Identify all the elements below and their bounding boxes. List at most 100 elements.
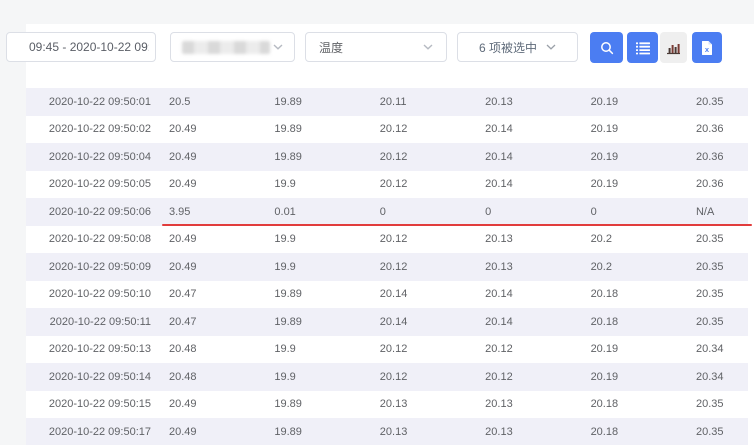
- cell-value: 20.36: [695, 123, 724, 136]
- cell-value: 20.48: [169, 343, 197, 356]
- cell-value: 20.12: [379, 260, 408, 273]
- cell-value: 20.36: [695, 150, 724, 163]
- cell-value: 19.89: [274, 425, 302, 438]
- table-row[interactable]: 2020-10-22 09:50:13 20.48 19.9 20.12 20.…: [26, 335, 748, 363]
- list-view-button[interactable]: [627, 32, 658, 63]
- table-row[interactable]: 2020-10-22 09:50:01 20.5 19.89 20.11 20.…: [26, 88, 748, 116]
- table-row[interactable]: 2020-10-22 09:50:17 20.49 19.89 20.13 20…: [26, 418, 748, 445]
- cell-value: 20.47: [169, 315, 197, 328]
- cell-value: 20.49: [169, 425, 197, 438]
- metric-select[interactable]: 温度: [305, 32, 447, 62]
- cell-time: 2020-10-22 09:50:02: [48, 123, 151, 136]
- cell-value: 19.89: [274, 95, 302, 108]
- table-row[interactable]: 2020-10-22 09:50:09 20.49 19.9 20.12 20.…: [26, 253, 748, 281]
- cell-value: 20.18: [590, 398, 619, 411]
- cell-value: 19.9: [274, 343, 296, 356]
- cell-value: 20.14: [485, 288, 513, 301]
- cell-value: 19.89: [274, 123, 302, 136]
- date-range-input[interactable]: [6, 32, 156, 62]
- cell-value: 20.49: [169, 398, 197, 411]
- export-excel-button[interactable]: x: [692, 32, 722, 63]
- data-table-body: 2020-10-22 09:50:01 20.5 19.89 20.11 20.…: [26, 88, 752, 445]
- cell-value: 20.13: [485, 233, 513, 246]
- device-select[interactable]: [170, 32, 295, 62]
- cell-value: 20.49: [169, 233, 197, 246]
- metric-select-value: 温度: [319, 40, 344, 55]
- cell-value: 20.12: [379, 178, 408, 191]
- cell-value: 20.47: [169, 288, 197, 301]
- toolbar: 温度 6 项被选中: [6, 32, 754, 63]
- cell-value: 20.48: [169, 370, 197, 383]
- cell-value: 20.19: [590, 123, 619, 136]
- cell-time: 2020-10-22 09:50:17: [48, 425, 151, 438]
- cell-time: 2020-10-22 09:50:11: [49, 315, 151, 328]
- cell-value: 20.35: [695, 260, 724, 273]
- cell-value: 19.89: [274, 398, 302, 411]
- cell-value: 3.95: [169, 205, 191, 218]
- cell-value: 19.89: [274, 288, 302, 301]
- page: 温度 6 项被选中: [0, 0, 754, 445]
- list-icon: [635, 41, 650, 54]
- cell-value: 19.89: [274, 150, 302, 163]
- table-row[interactable]: 2020-10-22 09:50:15 20.49 19.89 20.13 20…: [26, 390, 748, 418]
- cell-value: 20.2: [590, 233, 612, 246]
- cell-value: 20.19: [590, 370, 619, 383]
- table-row[interactable]: 2020-10-22 09:50:14 20.48 19.9 20.12 20.…: [26, 363, 748, 391]
- bar-chart-icon: [667, 43, 680, 54]
- cell-value: 20.13: [379, 398, 408, 411]
- cell-value: 19.9: [274, 260, 296, 273]
- cell-value: 20.14: [485, 150, 513, 163]
- cell-value: 20.35: [695, 233, 724, 246]
- cell-value: 20.49: [169, 178, 197, 191]
- cell-value: 20.18: [590, 315, 619, 328]
- cell-value: 20.34: [695, 343, 724, 356]
- table-row[interactable]: 2020-10-22 09:50:06 3.95 0.01 0 0 0 N/A: [26, 198, 752, 226]
- chart-view-button[interactable]: [660, 32, 687, 63]
- cell-value: 20.35: [695, 398, 724, 411]
- cell-value: 0.01: [274, 205, 296, 218]
- table-row[interactable]: 2020-10-22 09:50:04 20.49 19.89 20.12 20…: [26, 143, 748, 171]
- cell-value: 20.14: [379, 315, 408, 328]
- cell-value: 20.18: [590, 288, 619, 301]
- cell-value: 20.49: [169, 260, 197, 273]
- cell-value: N/A: [695, 205, 715, 218]
- cell-value: 20.12: [379, 370, 408, 383]
- cell-value: 20.13: [485, 425, 513, 438]
- cell-value: 20.14: [485, 178, 513, 191]
- cell-value: 19.9: [274, 233, 296, 246]
- chevron-down-icon: [546, 44, 556, 50]
- cell-value: 20.19: [590, 343, 619, 356]
- cell-value: 20.35: [695, 425, 724, 438]
- table-row[interactable]: 2020-10-22 09:50:02 20.49 19.89 20.12 20…: [26, 115, 748, 143]
- cell-time: 2020-10-22 09:50:04: [48, 150, 151, 163]
- cell-value: 0: [590, 205, 597, 218]
- excel-file-icon: x: [702, 40, 712, 55]
- cell-value: 20.13: [485, 95, 513, 108]
- cell-value: 20.12: [485, 343, 513, 356]
- cell-value: 20.12: [379, 343, 408, 356]
- cell-value: 20.49: [169, 150, 197, 163]
- search-button[interactable]: [590, 32, 623, 63]
- cell-value: 20.12: [379, 150, 408, 163]
- cell-value: 20.11: [379, 95, 407, 108]
- chevron-down-icon: [423, 44, 433, 50]
- columns-selected-dropdown[interactable]: 6 项被选中: [457, 32, 578, 62]
- cell-value: 20.19: [590, 95, 619, 108]
- table-row[interactable]: 2020-10-22 09:50:10 20.47 19.89 20.14 20…: [26, 280, 748, 308]
- columns-selected-label: 6 项被选中: [478, 40, 537, 55]
- cell-value: 20.18: [590, 425, 619, 438]
- cell-value: 20.14: [379, 288, 408, 301]
- cell-value: 20.49: [169, 123, 197, 136]
- search-icon: [600, 41, 613, 54]
- cell-value: 20.13: [379, 425, 408, 438]
- cell-value: 20.13: [485, 260, 513, 273]
- table-row[interactable]: 2020-10-22 09:50:08 20.49 19.9 20.12 20.…: [26, 225, 748, 253]
- cell-value: 20.12: [485, 370, 513, 383]
- cell-time: 2020-10-22 09:50:09: [48, 260, 151, 273]
- cell-time: 2020-10-22 09:50:05: [48, 178, 151, 191]
- table-row[interactable]: 2020-10-22 09:50:05 20.49 19.9 20.12 20.…: [26, 170, 748, 198]
- table-row[interactable]: 2020-10-22 09:50:11 20.47 19.89 20.14 20…: [26, 308, 748, 336]
- cell-value: 20.14: [485, 123, 513, 136]
- cell-value: 20.34: [695, 370, 724, 383]
- cell-value: 20.35: [695, 95, 724, 108]
